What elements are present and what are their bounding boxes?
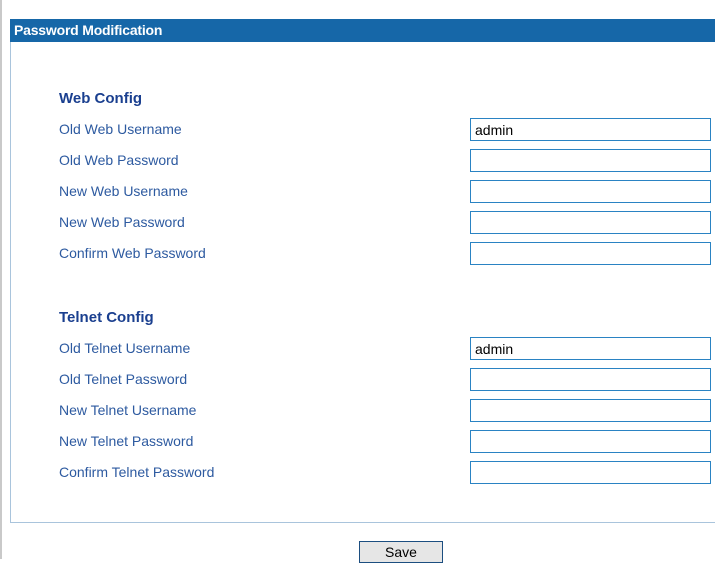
new-web-password-label: New Web Password	[59, 214, 185, 230]
footer-divider	[10, 522, 715, 523]
old-web-password-field[interactable]	[470, 149, 711, 172]
confirm-web-password-field[interactable]	[470, 242, 711, 265]
new-web-username-label: New Web Username	[59, 183, 188, 199]
confirm-telnet-password-field[interactable]	[470, 461, 711, 484]
old-telnet-password-label: Old Telnet Password	[59, 371, 188, 387]
old-web-username-label: Old Web Username	[59, 121, 182, 137]
new-telnet-password-label: New Telnet Password	[59, 433, 194, 449]
confirm-telnet-password-label: Confirm Telnet Password	[59, 464, 215, 480]
new-web-password-field[interactable]	[470, 211, 711, 234]
web-config-title: Web Config	[59, 90, 143, 107]
page-title-bar: Password Modification	[10, 19, 715, 42]
save-button[interactable]: Save	[359, 541, 443, 563]
new-telnet-username-label: New Telnet Username	[59, 402, 197, 418]
old-telnet-password-field[interactable]	[470, 368, 711, 391]
new-web-username-field[interactable]	[470, 180, 711, 203]
old-telnet-username-label: Old Telnet Username	[59, 340, 191, 356]
new-telnet-username-field[interactable]	[470, 399, 711, 422]
old-web-password-label: Old Web Password	[59, 152, 179, 168]
page-title: Password Modification	[14, 22, 163, 38]
old-web-username-field[interactable]	[470, 118, 711, 141]
confirm-web-password-label: Confirm Web Password	[59, 245, 206, 261]
old-telnet-username-field[interactable]	[470, 337, 711, 360]
new-telnet-password-field[interactable]	[470, 430, 711, 453]
telnet-config-title: Telnet Config	[59, 309, 154, 326]
